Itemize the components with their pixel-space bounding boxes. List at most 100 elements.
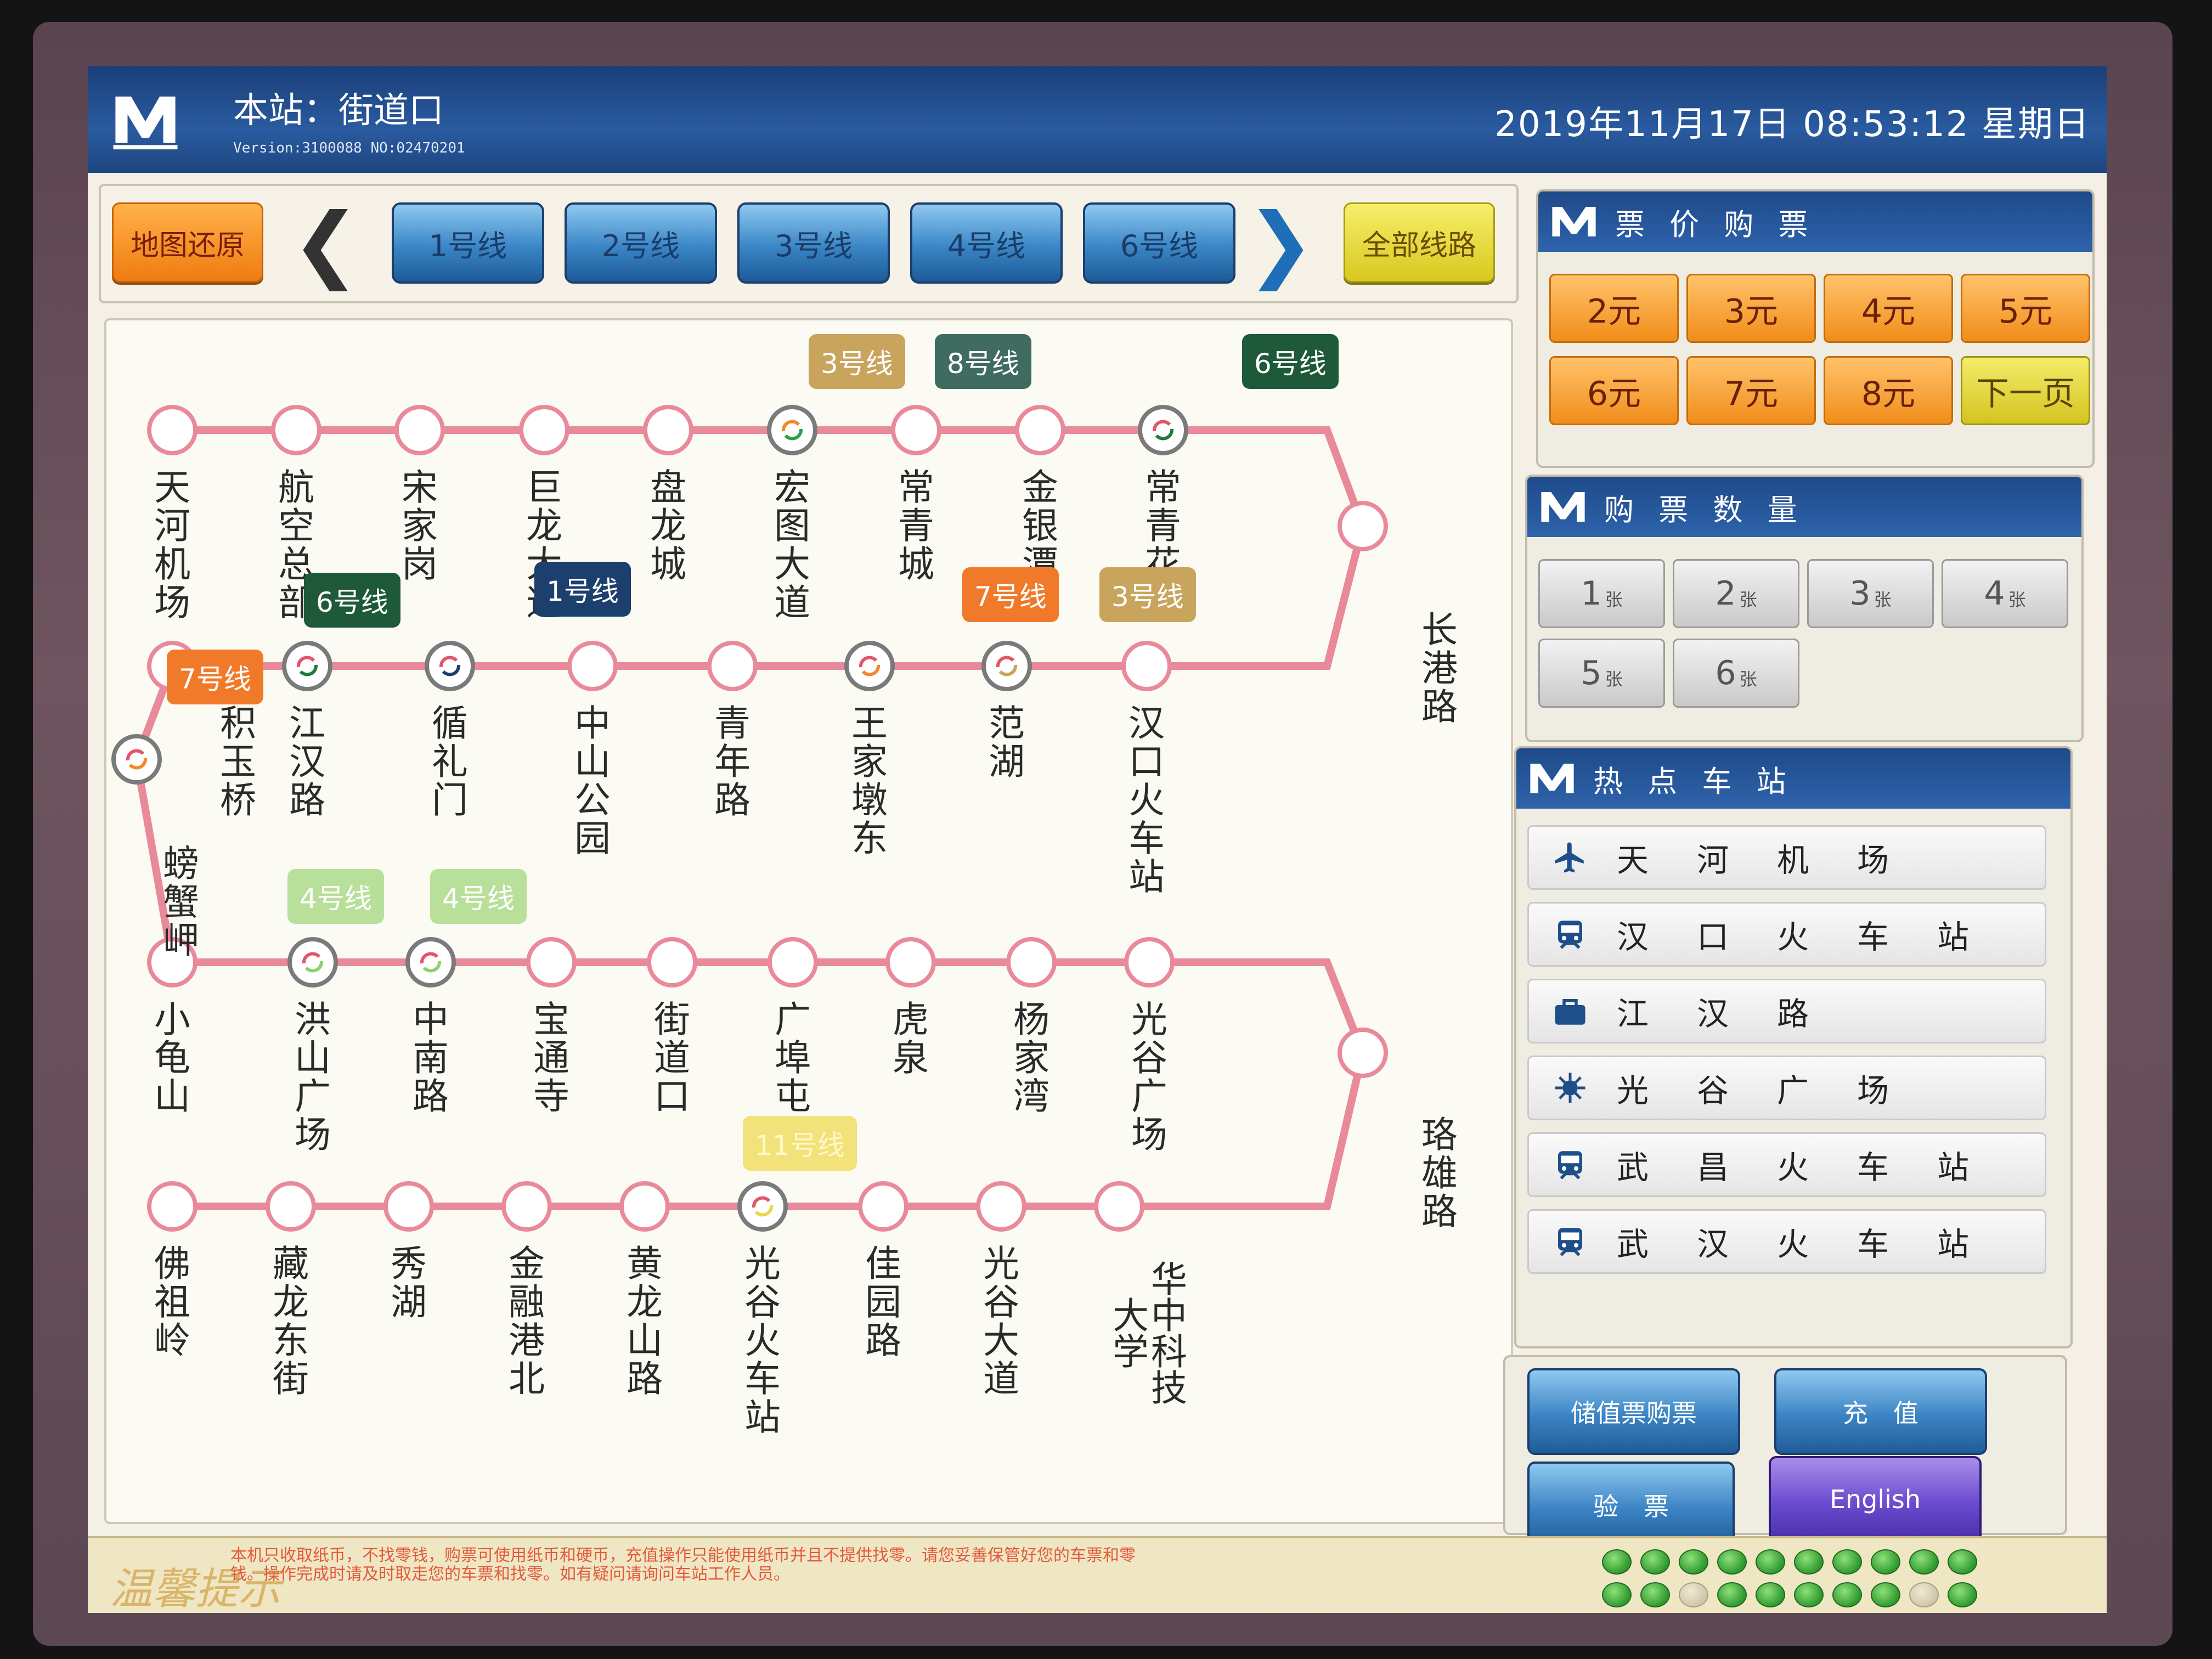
transfer-station-dot[interactable] xyxy=(405,937,456,988)
transfer-station-dot[interactable] xyxy=(767,405,817,455)
station-name[interactable]: 长港路 xyxy=(1418,611,1462,726)
station-name[interactable]: 藏龙东街 xyxy=(269,1245,313,1398)
hot-station-button[interactable]: 武昌火车站 xyxy=(1527,1132,2046,1197)
station-dot[interactable] xyxy=(619,1181,670,1232)
station-name[interactable]: 广埠屯 xyxy=(771,1001,815,1116)
station-name[interactable]: 螃蟹岬 xyxy=(159,845,203,960)
station-dot[interactable] xyxy=(567,641,618,691)
station-name[interactable]: 华中科技大学 xyxy=(1097,1245,1187,1420)
station-dot[interactable] xyxy=(271,405,321,455)
station-dot[interactable] xyxy=(647,937,697,988)
check-ticket-button[interactable]: 验 票 xyxy=(1527,1462,1735,1548)
station-name[interactable]: 虎泉 xyxy=(889,1001,933,1077)
transfer-station-dot[interactable] xyxy=(844,641,895,691)
station-name[interactable]: 秀湖 xyxy=(387,1245,431,1322)
hot-station-button[interactable]: 光谷广场 xyxy=(1527,1056,2046,1120)
station-dot[interactable] xyxy=(1015,405,1065,455)
transfer-station-dot[interactable] xyxy=(282,641,332,691)
station-dot[interactable] xyxy=(1006,937,1057,988)
line-3-button[interactable]: 3号线 xyxy=(737,202,890,284)
fare-2-button[interactable]: 2元 xyxy=(1549,274,1679,343)
station-dot[interactable] xyxy=(707,641,758,691)
station-name[interactable]: 循礼门 xyxy=(428,704,472,820)
line-1-button[interactable]: 1号线 xyxy=(392,202,544,284)
station-name[interactable]: 范湖 xyxy=(985,704,1029,781)
line-2-button[interactable]: 2号线 xyxy=(565,202,717,284)
station-dot[interactable] xyxy=(1338,501,1388,551)
station-dot[interactable] xyxy=(526,937,577,988)
station-name[interactable]: 光谷大道 xyxy=(979,1245,1023,1398)
station-dot[interactable] xyxy=(1338,1028,1388,1078)
qty-6-button[interactable]: 6张 xyxy=(1673,639,1799,708)
transfer-station-dot[interactable] xyxy=(1138,405,1188,455)
station-name[interactable]: 汉口火车站 xyxy=(1125,704,1169,896)
station-dot[interactable] xyxy=(383,1181,434,1232)
all-lines-button[interactable]: 全部线路 xyxy=(1344,202,1495,283)
station-name[interactable]: 金银潭 xyxy=(1018,469,1062,584)
station-dot[interactable] xyxy=(768,937,818,988)
station-name[interactable]: 金融港北 xyxy=(505,1245,549,1398)
station-dot[interactable] xyxy=(976,1181,1026,1232)
hot-station-button[interactable]: 天河机场 xyxy=(1527,825,2046,890)
fare-3-button[interactable]: 3元 xyxy=(1686,274,1816,343)
station-name[interactable]: 光谷火车站 xyxy=(741,1245,785,1437)
station-dot[interactable] xyxy=(501,1181,552,1232)
station-name[interactable]: 宋家岗 xyxy=(398,469,442,584)
station-name[interactable]: 珞雄路 xyxy=(1418,1116,1462,1231)
transfer-station-dot[interactable] xyxy=(981,641,1032,691)
next-arrow-icon[interactable]: ❯ xyxy=(1242,202,1319,285)
station-name[interactable]: 江汉路 xyxy=(285,704,329,820)
station-name[interactable]: 佳园路 xyxy=(861,1245,905,1360)
fare-4-button[interactable]: 4元 xyxy=(1824,274,1953,343)
station-dot[interactable] xyxy=(394,405,445,455)
station-dot[interactable] xyxy=(858,1181,909,1232)
transfer-station-dot[interactable] xyxy=(287,937,338,988)
station-name[interactable]: 天河机场 xyxy=(150,469,194,622)
station-dot[interactable] xyxy=(266,1181,316,1232)
line-4-button[interactable]: 4号线 xyxy=(910,202,1063,284)
station-name[interactable]: 宏图大道 xyxy=(770,469,814,622)
station-name[interactable]: 佛祖岭 xyxy=(150,1245,194,1360)
qty-1-button[interactable]: 1张 xyxy=(1538,559,1665,628)
stored-value-purchase-button[interactable]: 储值票购票 xyxy=(1527,1368,1740,1455)
station-name[interactable]: 盘龙城 xyxy=(646,469,690,584)
station-dot[interactable] xyxy=(643,405,693,455)
fare-8-button[interactable]: 8元 xyxy=(1824,356,1953,425)
recharge-button[interactable]: 充 值 xyxy=(1774,1368,1987,1455)
transfer-station-dot[interactable] xyxy=(111,734,162,785)
station-name[interactable]: 小龟山 xyxy=(150,1001,194,1116)
station-name[interactable]: 中山公园 xyxy=(571,704,614,858)
station-dot[interactable] xyxy=(519,405,569,455)
transfer-station-dot[interactable] xyxy=(737,1181,788,1232)
qty-3-button[interactable]: 3张 xyxy=(1807,559,1934,628)
qty-5-button[interactable]: 5张 xyxy=(1538,639,1665,708)
qty-2-button[interactable]: 2张 xyxy=(1673,559,1799,628)
station-dot[interactable] xyxy=(1124,937,1175,988)
fare-5-button[interactable]: 5元 xyxy=(1961,274,2090,343)
station-name[interactable]: 青年路 xyxy=(710,704,754,820)
station-dot[interactable] xyxy=(891,405,941,455)
station-name[interactable]: 宝通寺 xyxy=(529,1001,573,1116)
station-name[interactable]: 积玉桥 xyxy=(216,704,260,820)
station-name[interactable]: 光谷广场 xyxy=(1127,1001,1171,1154)
transfer-station-dot[interactable] xyxy=(425,641,475,691)
fare-7-button[interactable]: 7元 xyxy=(1686,356,1816,425)
next-page-button[interactable]: 下一页 xyxy=(1961,356,2090,425)
prev-arrow-icon[interactable]: ❮ xyxy=(287,202,364,285)
hot-station-button[interactable]: 汉口火车站 xyxy=(1527,902,2046,967)
fare-6-button[interactable]: 6元 xyxy=(1549,356,1679,425)
station-name[interactable]: 中南路 xyxy=(409,1001,453,1116)
line-6-button[interactable]: 6号线 xyxy=(1083,202,1235,284)
station-dot[interactable] xyxy=(1121,641,1172,691)
english-button[interactable]: English xyxy=(1769,1456,1982,1543)
station-name[interactable]: 杨家湾 xyxy=(1009,1001,1053,1116)
station-dot[interactable] xyxy=(1094,1181,1144,1232)
station-name[interactable]: 黄龙山路 xyxy=(623,1245,667,1398)
station-dot[interactable] xyxy=(147,1181,198,1232)
station-name[interactable]: 王家墩东 xyxy=(848,704,891,858)
station-dot[interactable] xyxy=(147,405,198,455)
station-name[interactable]: 街道口 xyxy=(650,1001,694,1116)
station-dot[interactable] xyxy=(885,937,936,988)
hot-station-button[interactable]: 江汉路 xyxy=(1527,979,2046,1043)
qty-4-button[interactable]: 4张 xyxy=(1942,559,2068,628)
